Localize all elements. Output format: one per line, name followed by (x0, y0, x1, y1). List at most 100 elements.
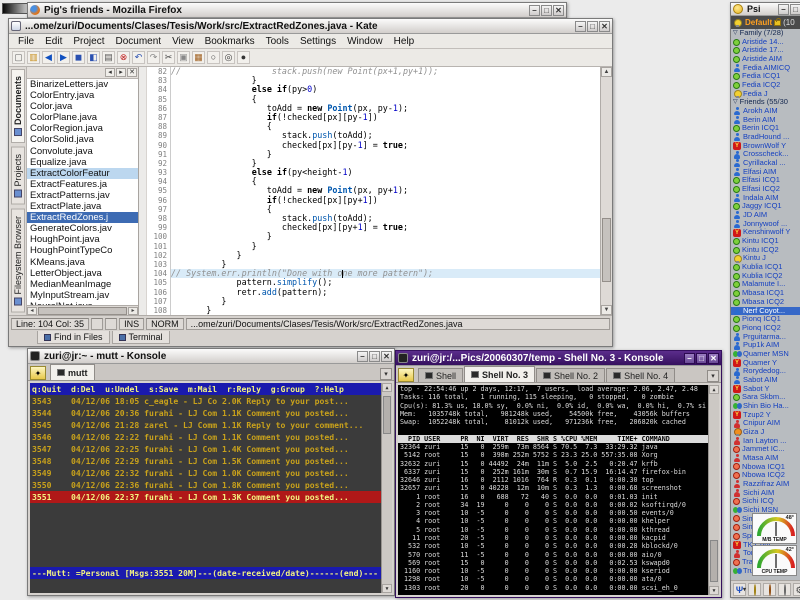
roster-contact[interactable]: Sabot Y (731, 385, 800, 394)
new-session-icon[interactable]: ✦ (398, 368, 414, 382)
roster-contact[interactable]: Tzup2 Y (731, 411, 800, 420)
roster-contact[interactable]: Sara Skbm... (731, 393, 800, 402)
roster-group[interactable]: ▽Family (7/28) (731, 29, 800, 38)
document-list-item[interactable]: GenerateColors.jav (27, 223, 138, 234)
close-icon[interactable]: ✕ (708, 353, 719, 364)
roster-contact[interactable]: Pup1k AIM (731, 341, 800, 350)
new-document-icon[interactable]: ▢ (12, 51, 25, 64)
roster-contact[interactable]: Fedia J (731, 90, 800, 99)
find-previous-icon[interactable]: ● (237, 51, 250, 64)
maximize-icon[interactable]: □ (696, 353, 707, 364)
psi-titlebar[interactable]: Psi – □ ✕ (731, 3, 800, 16)
konsole-window[interactable]: zuri@jr:/...Pics/20060307/temp - Shell N… (395, 350, 722, 598)
find-next-icon[interactable]: ◎ (222, 51, 235, 64)
psi-roster[interactable]: ▽Family (7/28)Aristide 14...Aristide 17.… (731, 29, 800, 580)
cut-icon[interactable]: ✂ (162, 51, 175, 64)
sidebar-tab-projects[interactable]: Projects (11, 147, 25, 205)
document-list-item[interactable]: ExtractPlate.java (27, 201, 138, 212)
roster-group[interactable]: ▽Friends (55/30 (731, 98, 800, 107)
document-list-item[interactable]: Convolute.java (27, 146, 138, 157)
terminal-scrollbar[interactable]: ▲ ▼ (381, 383, 392, 593)
roster-contact[interactable]: Razzifraz AIM (731, 480, 800, 489)
roster-contact[interactable]: Arokh AIM (731, 107, 800, 116)
roster-contact[interactable]: Kenshinwolf Y (731, 228, 800, 237)
document-list-item[interactable]: ColorPlane.java (27, 112, 138, 123)
document-list-item[interactable]: MedianMeanImage (27, 279, 138, 290)
editor-vscrollbar[interactable]: ▲ ▼ (600, 67, 612, 315)
roster-contact[interactable]: Nbowa ICQ2 (731, 471, 800, 480)
mail-list-row[interactable]: 3544 04/12/06 20:36 furahi - LJ Com 1.1K… (30, 407, 392, 419)
roster-contact[interactable]: Crosscheck... (731, 150, 800, 159)
scroll-up-icon[interactable]: ▲ (382, 383, 392, 392)
document-list-item[interactable]: BinarizeLetters.jav (27, 79, 138, 90)
mutt-titlebar[interactable]: zuri@jr:~ - mutt - Konsole – □ ✕ (28, 349, 394, 364)
minimize-icon[interactable]: – (529, 5, 540, 16)
print-icon[interactable]: ▤ (102, 51, 115, 64)
tab-mutt[interactable]: mutt (50, 364, 95, 380)
account-setup-icon[interactable]: ⚙ (793, 583, 800, 596)
roster-contact[interactable]: Pionq ICQ2 (731, 324, 800, 333)
menu-help[interactable]: Help (389, 36, 420, 47)
roster-contact[interactable]: Berin ICQ1 (731, 124, 800, 133)
tab-shell-no-4[interactable]: Shell No. 4 (606, 368, 675, 382)
document-list-item[interactable]: ExtractPatterns.jav (27, 190, 138, 201)
mail-list-row[interactable]: 3548 04/12/06 22:29 furahi - LJ Com 1.5K… (30, 455, 392, 467)
code-text-area[interactable]: // stack.push(new Point(px+1,py+1)); } e… (171, 67, 600, 315)
sidebar-tab-documents[interactable]: Documents (11, 69, 25, 143)
mutt-terminal[interactable]: q:Quit d:Del u:Undel s:Save m:Mail r:Rep… (30, 383, 392, 593)
roster-contact[interactable]: Aristide AIM (731, 55, 800, 64)
scroll-up-icon[interactable]: ▲ (709, 385, 719, 394)
roster-contact[interactable]: Jonnywoof ... (731, 220, 800, 229)
status-offline-icon[interactable] (778, 583, 791, 596)
sidebar-tab-filesystem-browser[interactable]: Filesystem Browser (11, 209, 25, 313)
previous-document-icon[interactable]: ◂ (105, 68, 115, 77)
roster-contact[interactable]: Sabot AIM (731, 376, 800, 385)
document-list-item[interactable]: ExtractFeatures.ja (27, 179, 138, 190)
save-as-icon[interactable]: ◧ (87, 51, 100, 64)
top-terminal[interactable]: top - 22:54:46 up 2 days, 12:17, 7 users… (398, 385, 719, 595)
save-icon[interactable]: ◼ (72, 51, 85, 64)
next-document-icon[interactable]: ▸ (116, 68, 126, 77)
tab-shell-no-2[interactable]: Shell No. 2 (536, 368, 605, 382)
roster-contact[interactable]: Elfasi ICQ1 (731, 176, 800, 185)
roster-contact[interactable]: Malamute I... (731, 280, 800, 289)
status-away-icon[interactable] (763, 583, 776, 596)
roster-contact[interactable]: BradHound ... (731, 133, 800, 142)
paste-icon[interactable]: ▦ (192, 51, 205, 64)
menu-document[interactable]: Document (110, 36, 166, 47)
document-list-item[interactable]: ColorRegion.java (27, 123, 138, 134)
scroll-down-icon[interactable]: ▼ (601, 305, 612, 315)
editor-icon-border[interactable] (139, 67, 147, 315)
mail-list-row[interactable]: 3545 04/12/06 21:28 zarel - LJ Comm 1.1K… (30, 419, 392, 431)
vscroll-thumb[interactable] (602, 218, 611, 282)
mail-list-row[interactable]: 3547 04/12/06 22:25 furahi - LJ Com 1.4K… (30, 443, 392, 455)
document-list-item[interactable]: HoughPoint.java (27, 234, 138, 245)
roster-contact[interactable]: Fedia AIMICQ (731, 64, 800, 73)
open-file-icon[interactable]: ▥ (27, 51, 40, 64)
redo-icon[interactable]: ↷ (147, 51, 160, 64)
roster-contact[interactable]: BrownWolf Y (731, 142, 800, 151)
tab-options-icon[interactable]: ▾ (707, 370, 719, 382)
menu-settings[interactable]: Settings (295, 36, 341, 47)
roster-contact[interactable]: Aristide 14... (731, 38, 800, 47)
roster-contact[interactable]: Quamer Y (731, 359, 800, 368)
document-list-item[interactable]: HoughPointTypeCo (27, 245, 138, 256)
scroll-right-icon[interactable]: ▸ (128, 307, 138, 315)
forward-icon[interactable]: ▶ (57, 51, 70, 64)
kate-titlebar[interactable]: ...ome/zuri/Documents/Clases/Tesis/Work/… (9, 19, 612, 34)
maximize-icon[interactable]: □ (369, 351, 380, 362)
roster-contact[interactable]: Ian Layton ... (731, 437, 800, 446)
maximize-icon[interactable]: □ (587, 21, 598, 32)
tab-shell-no-3[interactable]: Shell No. 3 (464, 366, 535, 382)
scroll-thumb[interactable] (383, 396, 391, 434)
mail-list-row[interactable]: 3546 04/12/06 22:22 furahi - LJ Com 1.1K… (30, 431, 392, 443)
scroll-down-icon[interactable]: ▼ (709, 586, 719, 595)
roster-contact[interactable]: Elfasi ICQ2 (731, 185, 800, 194)
document-list-item[interactable]: ExtractRedZones.j (27, 212, 138, 223)
hscroll-thumb[interactable] (38, 307, 127, 315)
roster-contact[interactable]: Aristide 17... (731, 46, 800, 55)
konsole-titlebar[interactable]: zuri@jr:/...Pics/20060307/temp - Shell N… (396, 351, 721, 366)
document-list-item[interactable]: MyInputStream.jav (27, 290, 138, 301)
tab-options-icon[interactable]: ▾ (380, 368, 392, 380)
document-list-item[interactable]: LetterObject.java (27, 268, 138, 279)
